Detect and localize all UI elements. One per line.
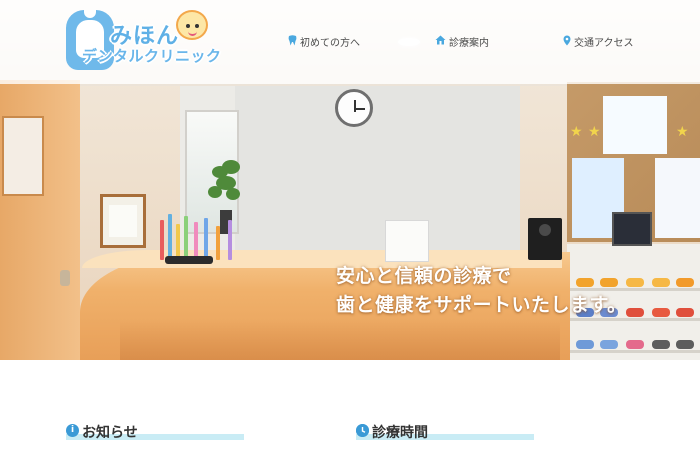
shelf-board bbox=[567, 350, 700, 353]
star-decoration: ★ bbox=[570, 124, 583, 140]
map-pin-icon bbox=[563, 35, 571, 49]
slipper bbox=[576, 340, 594, 349]
info-icon: i bbox=[66, 424, 79, 437]
home-icon bbox=[435, 35, 446, 48]
door bbox=[0, 80, 80, 360]
slipper bbox=[600, 340, 618, 349]
slipper bbox=[626, 278, 644, 287]
nav-label: 交通アクセス bbox=[574, 38, 634, 49]
display-monitor bbox=[612, 212, 652, 246]
certificate-frame bbox=[100, 194, 146, 248]
back-wall-panel bbox=[235, 86, 520, 266]
hero-tagline-line2: 歯と健康をサポートいたします。 bbox=[336, 294, 627, 316]
slipper bbox=[676, 308, 694, 317]
star-decoration: ★ bbox=[588, 124, 601, 140]
slipper bbox=[676, 278, 694, 287]
calendar bbox=[385, 220, 429, 262]
hours-title: 診療時間 bbox=[372, 425, 428, 441]
wall-clock bbox=[335, 89, 373, 127]
poster bbox=[603, 96, 667, 154]
hero-tagline: 安心と信頼の診療で 歯と健康をサポートいたします。 bbox=[336, 262, 627, 320]
poster bbox=[655, 158, 700, 238]
door-knob bbox=[60, 270, 70, 286]
nav-access[interactable]: 交通アクセス bbox=[563, 34, 634, 49]
nav-first-visit[interactable]: 初めての方へ bbox=[288, 34, 360, 49]
star-decoration: ★ bbox=[676, 124, 689, 140]
news-title: お知らせ bbox=[82, 425, 138, 441]
slipper bbox=[652, 308, 670, 317]
counter-shading bbox=[120, 320, 560, 360]
slipper bbox=[652, 340, 670, 349]
ceiling-light bbox=[398, 38, 420, 46]
nav-treatment-info[interactable]: 診療案内 bbox=[435, 34, 489, 49]
pen-holder bbox=[150, 205, 250, 260]
hours-section-heading: 診療時間 bbox=[356, 422, 536, 442]
site-header: みほん デンタルクリニック 初めての方へ 診療案内 交通アクセス bbox=[0, 0, 700, 84]
nav-label: 診療案内 bbox=[449, 38, 489, 49]
door-window bbox=[2, 116, 44, 196]
news-section-heading: i お知らせ bbox=[66, 422, 246, 442]
keyboard bbox=[165, 256, 213, 264]
clinic-logo[interactable]: みほん デンタルクリニック bbox=[66, 10, 221, 72]
slipper bbox=[626, 340, 644, 349]
clock-icon bbox=[356, 424, 369, 437]
speaker bbox=[528, 218, 562, 260]
slipper bbox=[676, 340, 694, 349]
slipper bbox=[626, 308, 644, 317]
tooth-icon bbox=[288, 34, 297, 49]
smiley-face-icon bbox=[176, 10, 208, 40]
logo-name-bottom: デンタルクリニック bbox=[82, 47, 222, 65]
hero-tagline-line1: 安心と信頼の診療で bbox=[336, 265, 512, 287]
nav-label: 初めての方へ bbox=[300, 38, 360, 49]
slipper bbox=[652, 278, 670, 287]
